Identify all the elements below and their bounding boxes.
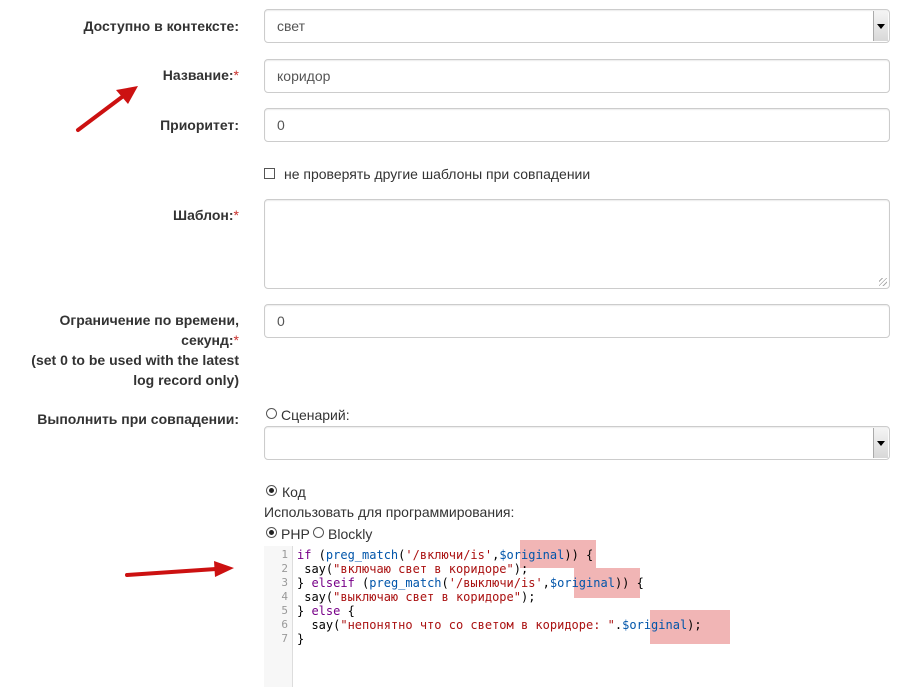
line-number: 3: [281, 576, 288, 589]
priority-input[interactable]: 0: [264, 108, 890, 142]
script-radio[interactable]: [266, 408, 277, 419]
time-limit-input-value: 0: [277, 313, 285, 329]
line-number: 7: [281, 632, 288, 645]
chevron-down-icon[interactable]: [873, 428, 888, 458]
arrow-icon: [125, 561, 234, 577]
context-label: Доступно в контексте:: [83, 18, 239, 34]
required-mark: *: [233, 207, 239, 223]
name-input-value: коридор: [277, 68, 331, 84]
code-line: say("непонятно что со светом в коридоре:…: [297, 618, 702, 632]
pattern-label: Шаблон:*: [173, 207, 239, 223]
script-radio-label: Сценарий:: [281, 407, 350, 423]
context-select[interactable]: свет: [264, 9, 890, 43]
line-number: 1: [281, 548, 288, 561]
time-limit-label-line2: секунд:*: [181, 332, 239, 348]
line-number: 5: [281, 604, 288, 617]
code-line: } elseif (preg_match('/выключи/is',$orig…: [297, 576, 644, 590]
time-limit-note-line1: (set 0 to be used with the latest: [31, 352, 239, 368]
name-input[interactable]: коридор: [264, 59, 890, 93]
chevron-down-icon[interactable]: [873, 11, 888, 41]
time-limit-label-line1: Ограничение по времени,: [59, 312, 239, 328]
name-label: Название:*: [162, 67, 239, 83]
script-select[interactable]: [264, 426, 890, 460]
arrow-icon: [76, 86, 138, 132]
line-number: 4: [281, 590, 288, 603]
blockly-radio-label: Blockly: [328, 526, 373, 542]
code-line: say("включаю свет в коридоре");: [297, 562, 529, 576]
code-editor[interactable]: 1 2 3 4 5 6 7 if (preg_match('/включи/is…: [264, 540, 890, 687]
time-limit-label: Ограничение по времени, секунд:* (set 0 …: [31, 310, 239, 390]
time-limit-note-line2: log record only): [133, 372, 239, 388]
php-radio[interactable]: [266, 527, 277, 538]
blockly-radio[interactable]: [313, 527, 324, 538]
required-mark: *: [233, 67, 239, 83]
priority-input-value: 0: [277, 117, 285, 133]
code-radio[interactable]: [266, 485, 277, 496]
code-line: }: [297, 632, 305, 646]
line-number: 2: [281, 562, 288, 575]
required-mark: *: [233, 332, 239, 348]
pattern-textarea[interactable]: [264, 199, 890, 289]
skip-check-checkbox[interactable]: [264, 168, 275, 179]
code-line: } else {: [297, 604, 355, 618]
code-radio-label: Код: [282, 484, 306, 500]
code-gutter: 1 2 3 4 5 6 7: [264, 546, 293, 687]
context-select-value: свет: [277, 18, 306, 34]
execute-label: Выполнить при совпадении:: [37, 411, 239, 427]
code-line: say("выключаю свет в коридоре");: [297, 590, 536, 604]
code-line: if (preg_match('/включи/is',$original)) …: [297, 548, 594, 562]
priority-label: Приоритет:: [160, 117, 239, 133]
time-limit-input[interactable]: 0: [264, 304, 890, 338]
programming-label: Использовать для программирования:: [264, 504, 515, 520]
resize-grip-icon[interactable]: [879, 278, 887, 286]
skip-check-label: не проверять другие шаблоны при совпаден…: [284, 166, 591, 182]
line-number: 6: [281, 618, 288, 631]
php-radio-label: PHP: [281, 526, 310, 542]
